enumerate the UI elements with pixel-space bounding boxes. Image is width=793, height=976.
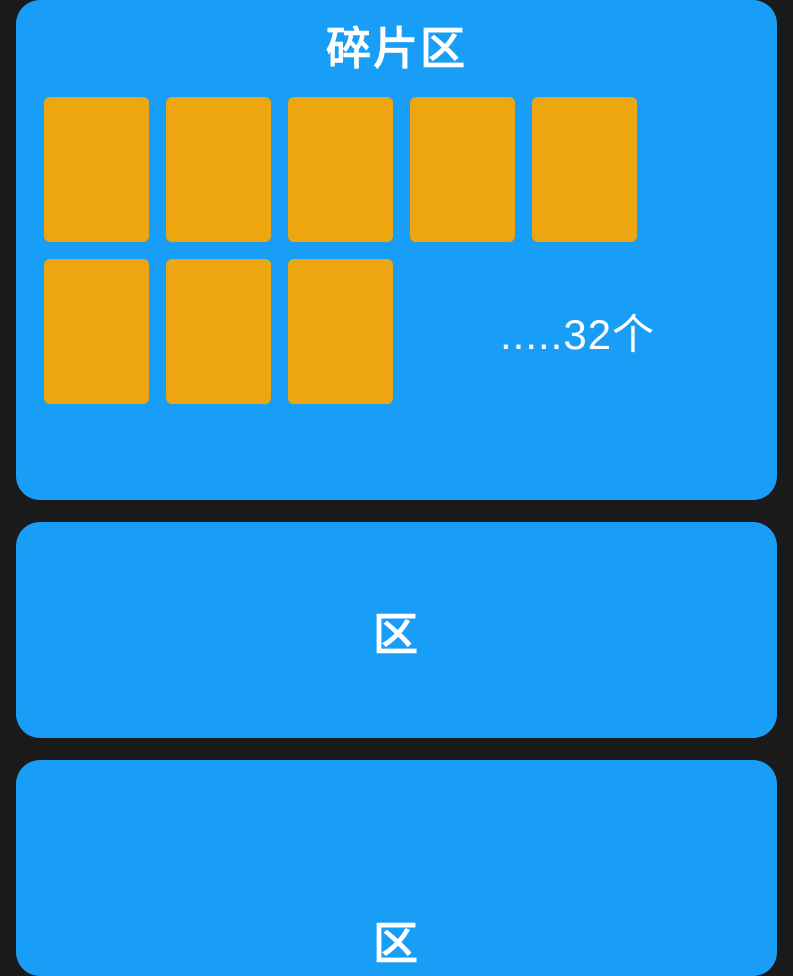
fragments-panel[interactable]: 碎片区 .....32个: [16, 0, 777, 500]
fragment-card[interactable]: [166, 259, 271, 404]
main-container: 碎片区 .....32个 区 区: [0, 0, 793, 926]
zone-title-1: 区: [373, 598, 420, 663]
zone-title-2: 区: [373, 907, 420, 972]
fragment-card[interactable]: [288, 97, 393, 242]
zone-panel-1[interactable]: 区: [16, 522, 777, 738]
fragment-card[interactable]: [44, 259, 149, 404]
zone-panel-2[interactable]: 区: [16, 760, 777, 976]
fragment-card[interactable]: [410, 97, 515, 242]
fragment-card[interactable]: [288, 259, 393, 404]
fragment-count-label: .....32个: [500, 301, 655, 362]
fragment-card[interactable]: [532, 97, 637, 242]
fragments-title: 碎片区: [44, 12, 749, 77]
fragment-card[interactable]: [166, 97, 271, 242]
fragment-card[interactable]: [44, 97, 149, 242]
card-grid: .....32个: [44, 97, 749, 404]
